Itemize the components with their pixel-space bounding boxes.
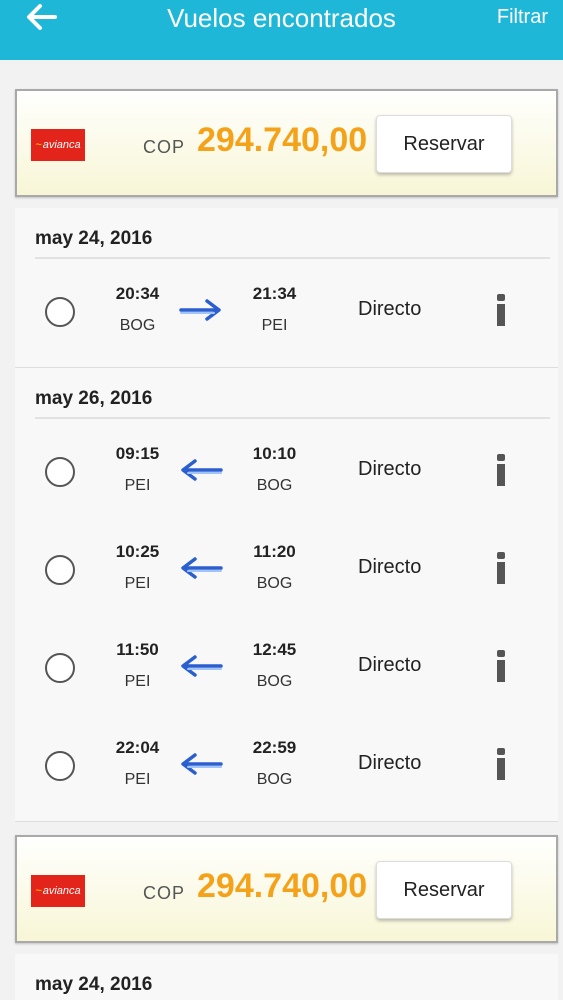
- departure-time: 11:50: [116, 640, 159, 659]
- stop-type: Directo: [358, 458, 422, 480]
- flight-select-radio[interactable]: [45, 751, 75, 781]
- flight-select-radio[interactable]: [45, 297, 75, 327]
- price-amount: 294.740,00: [197, 121, 368, 159]
- info-icon[interactable]: [495, 650, 507, 682]
- info-icon[interactable]: [495, 294, 507, 326]
- flight-select-radio[interactable]: [45, 457, 75, 487]
- flight-row[interactable]: 10:25 PEI 11:20 BOG Directo: [15, 518, 558, 616]
- arrow-left-icon: [181, 753, 223, 775]
- departure-time: 22:04: [115, 738, 160, 757]
- arrival-time: 11:20: [253, 542, 296, 561]
- day-section: may 24, 2016 20:34 BOG 21:34 PEI Directo: [15, 208, 558, 368]
- divider: [35, 417, 550, 419]
- airline-logo: ~ avianca: [31, 129, 85, 161]
- flight-select-radio[interactable]: [45, 555, 75, 585]
- stop-type: Directo: [358, 556, 422, 578]
- flight-row[interactable]: 20:34 BOG 21:34 PEI Directo: [15, 260, 558, 358]
- stop-type: Directo: [358, 298, 422, 320]
- flight-row[interactable]: 22:04 PEI 22:59 BOG Directo: [15, 714, 558, 812]
- airline-logo: ~ avianca: [31, 875, 85, 907]
- day-date: may 24, 2016: [35, 228, 153, 249]
- page-title: Vuelos encontrados: [167, 3, 396, 33]
- departure-time: 20:34: [115, 284, 160, 303]
- arrival-airport: BOG: [256, 575, 293, 592]
- departure-airport: PEI: [124, 673, 151, 690]
- info-icon[interactable]: [495, 552, 507, 584]
- reserve-button[interactable]: Reservar: [376, 861, 512, 919]
- flight-row[interactable]: 11:50 PEI 12:45 BOG Directo: [15, 616, 558, 714]
- arrival-airport: BOG: [256, 771, 293, 788]
- arrow-left-icon: [181, 655, 223, 677]
- day-section: may 24, 2016: [15, 954, 558, 1000]
- currency-label: COP: [143, 137, 186, 157]
- arrival-airport: PEI: [261, 317, 288, 334]
- departure-airport: BOG: [119, 317, 156, 334]
- departure-time: 10:25: [115, 542, 160, 561]
- stop-type: Directo: [358, 654, 422, 676]
- price-amount: 294.740,00: [197, 867, 368, 905]
- divider: [35, 257, 550, 259]
- offer-price-card: ~ avianca COP 294.740,00 Reservar: [15, 835, 558, 943]
- info-icon[interactable]: [495, 748, 507, 780]
- results-list[interactable]: ~ avianca COP 294.740,00 Reservar may 24,…: [0, 60, 563, 1000]
- arrival-time: 22:59: [252, 738, 297, 757]
- arrival-time: 12:45: [252, 640, 297, 659]
- reserve-button[interactable]: Reservar: [376, 115, 512, 173]
- departure-time: 09:15: [115, 444, 160, 463]
- departure-airport: PEI: [124, 477, 151, 494]
- currency-label: COP: [143, 883, 186, 903]
- stop-type: Directo: [358, 752, 422, 774]
- arrival-airport: BOG: [256, 673, 293, 690]
- day-date: may 24, 2016: [35, 974, 153, 995]
- flight-row[interactable]: 09:15 PEI 10:10 BOG Directo: [15, 420, 558, 518]
- info-icon[interactable]: [495, 454, 507, 486]
- arrow-right-icon: [179, 299, 221, 321]
- arrival-time: 21:34: [252, 284, 297, 303]
- flight-select-radio[interactable]: [45, 653, 75, 683]
- day-date: may 26, 2016: [35, 388, 153, 409]
- arrow-left-icon: [181, 459, 223, 481]
- arrival-time: 10:10: [252, 444, 297, 463]
- departure-airport: PEI: [124, 771, 151, 788]
- filter-button[interactable]: Filtrar: [497, 6, 548, 29]
- arrival-airport: BOG: [256, 477, 293, 494]
- day-section: may 26, 2016 09:15 PEI 10:10 BOG Directo…: [15, 368, 558, 822]
- departure-airport: PEI: [124, 575, 151, 592]
- arrow-left-icon: [181, 557, 223, 579]
- app-header: Vuelos encontrados Filtrar: [0, 0, 563, 60]
- offer-price-card: ~ avianca COP 294.740,00 Reservar: [15, 89, 558, 197]
